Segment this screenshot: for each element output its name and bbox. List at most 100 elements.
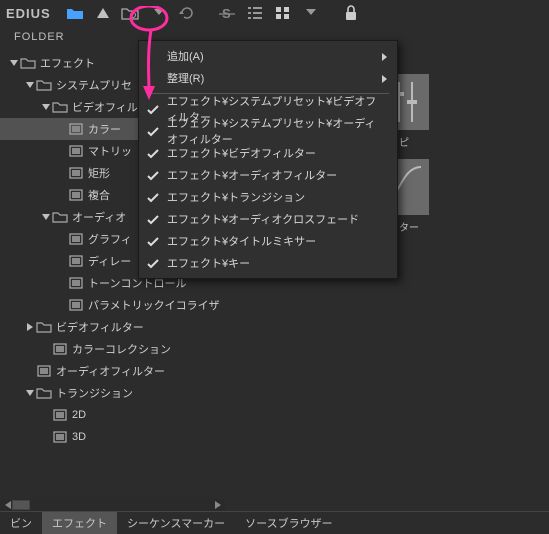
context-menu-item[interactable]: 追加(A) [139, 45, 397, 67]
tree-twisty-none [56, 123, 68, 135]
preset-icon [52, 407, 68, 423]
context-menu-check-item[interactable]: エフェクト¥システムプリセット¥オーディオフィルター [139, 120, 397, 142]
preset-icon [68, 231, 84, 247]
panel-tab[interactable]: シーケンスマーカー [117, 512, 235, 534]
tree-twisty-icon[interactable] [24, 321, 36, 333]
folder-icon [52, 99, 68, 115]
tree-twisty-none [40, 431, 52, 443]
preset-icon [68, 253, 84, 269]
lock-icon[interactable] [339, 2, 363, 24]
scrollbar-thumb[interactable] [12, 500, 30, 510]
tree-twisty-none [56, 167, 68, 179]
title-bar: EDIUS S [0, 0, 549, 26]
context-menu-label: エフェクト¥オーディオクロスフェード [167, 211, 359, 227]
tree-row-label: グラフィ [88, 231, 132, 247]
folder-icon [36, 77, 52, 93]
tree-row[interactable]: 3D [0, 426, 225, 448]
check-icon [147, 104, 159, 116]
check-icon [147, 148, 159, 160]
preset-icon [68, 121, 84, 137]
check-icon [147, 126, 159, 138]
panel-tab[interactable]: エフェクト [42, 512, 117, 534]
tree-row-label: オーディオフィルター [56, 363, 165, 379]
context-menu-check-item[interactable]: エフェクト¥オーディオクロスフェード [139, 208, 397, 230]
folder-header-label: FOLDER [14, 31, 65, 43]
tree-horizontal-scrollbar[interactable] [0, 499, 225, 511]
tree-row-label: 2D [72, 409, 86, 421]
context-menu-check-item[interactable]: エフェクト¥トランジション [139, 186, 397, 208]
context-menu-item[interactable]: 整理(R) [139, 67, 397, 89]
context-menu: 追加(A)整理(R)エフェクト¥システムプリセット¥ビデオフィルターエフェクト¥… [138, 40, 398, 279]
context-menu-label: 整理(R) [167, 70, 204, 86]
folder-icon [36, 319, 52, 335]
tree-twisty-none [56, 299, 68, 311]
folder-icon [36, 385, 52, 401]
triangle-up-icon[interactable] [91, 2, 115, 24]
list-view-icon[interactable] [243, 2, 267, 24]
tab-label: エフェクト [52, 515, 107, 531]
tree-twisty-none [56, 189, 68, 201]
context-menu-check-item[interactable]: エフェクト¥キー [139, 252, 397, 274]
tab-label: ビン [10, 515, 32, 531]
tree-row-label: 矩形 [88, 165, 110, 181]
tree-twisty-none [56, 145, 68, 157]
tab-label: ソースブラウザー [245, 515, 332, 531]
tree-twisty-none [56, 255, 68, 267]
tree-row[interactable]: 2D [0, 404, 225, 426]
check-icon [147, 192, 159, 204]
tab-label: シーケンスマーカー [127, 515, 225, 531]
check-icon [147, 236, 159, 248]
tree-row[interactable]: ビデオフィルター [0, 316, 225, 338]
check-icon [147, 258, 159, 270]
scroll-left-arrow-icon[interactable] [2, 500, 12, 510]
preset-icon [68, 297, 84, 313]
context-menu-label: エフェクト¥ビデオフィルター [167, 145, 316, 161]
tree-row[interactable]: トランジション [0, 382, 225, 404]
preset-icon [68, 275, 84, 291]
folder-open-icon[interactable] [63, 2, 87, 24]
tree-twisty-icon[interactable] [8, 57, 20, 69]
tree-row-label: カラー [88, 121, 121, 137]
folder-icon [52, 209, 68, 225]
tree-row[interactable]: オーディオフィルター [0, 360, 225, 382]
tree-twisty-icon[interactable] [24, 387, 36, 399]
tree-row-label: オーディオ [72, 209, 126, 225]
tree-row-label: エフェクト [40, 55, 95, 71]
preset-icon [36, 363, 52, 379]
preset-icon [52, 341, 68, 357]
context-menu-label: エフェクト¥キー [167, 255, 250, 271]
grid-view-icon[interactable] [271, 2, 295, 24]
tree-row-label: パラメトリックイコライザ [88, 297, 220, 313]
strikethrough-icon[interactable]: S [215, 2, 239, 24]
tree-twisty-icon[interactable] [40, 101, 52, 113]
context-menu-label: エフェクト¥オーディオフィルター [167, 167, 337, 183]
context-menu-label: エフェクト¥トランジション [167, 189, 305, 205]
tree-twisty-icon[interactable] [24, 79, 36, 91]
tree-row[interactable]: カラーコレクション [0, 338, 225, 360]
preset-icon [68, 143, 84, 159]
tree-twisty-icon[interactable] [40, 211, 52, 223]
context-menu-check-item[interactable]: エフェクト¥オーディオフィルター [139, 164, 397, 186]
preset-icon [68, 165, 84, 181]
tree-twisty-none [40, 409, 52, 421]
chevron-down-icon[interactable] [147, 2, 171, 24]
tree-twisty-none [40, 343, 52, 355]
preset-icon [68, 187, 84, 203]
tree-twisty-none [24, 365, 36, 377]
context-menu-label: 追加(A) [167, 48, 204, 64]
context-menu-check-item[interactable]: エフェクト¥タイトルミキサー [139, 230, 397, 252]
tree-row-label: ビデオフィルター [56, 319, 144, 335]
chevron-down-icon[interactable] [299, 2, 323, 24]
panel-tab[interactable]: ソースブラウザー [235, 512, 342, 534]
scroll-right-arrow-icon[interactable] [213, 500, 223, 510]
tree-row[interactable]: パラメトリックイコライザ [0, 294, 225, 316]
panel-tab[interactable]: ビン [0, 512, 42, 534]
folder-link-icon[interactable] [119, 2, 143, 24]
tree-row-label: ディレー [88, 253, 131, 269]
context-menu-check-item[interactable]: エフェクト¥ビデオフィルター [139, 142, 397, 164]
check-icon [147, 170, 159, 182]
context-menu-label: エフェクト¥タイトルミキサー [167, 233, 316, 249]
refresh-icon[interactable] [175, 2, 199, 24]
svg-text:S: S [222, 6, 231, 20]
check-icon [147, 214, 159, 226]
